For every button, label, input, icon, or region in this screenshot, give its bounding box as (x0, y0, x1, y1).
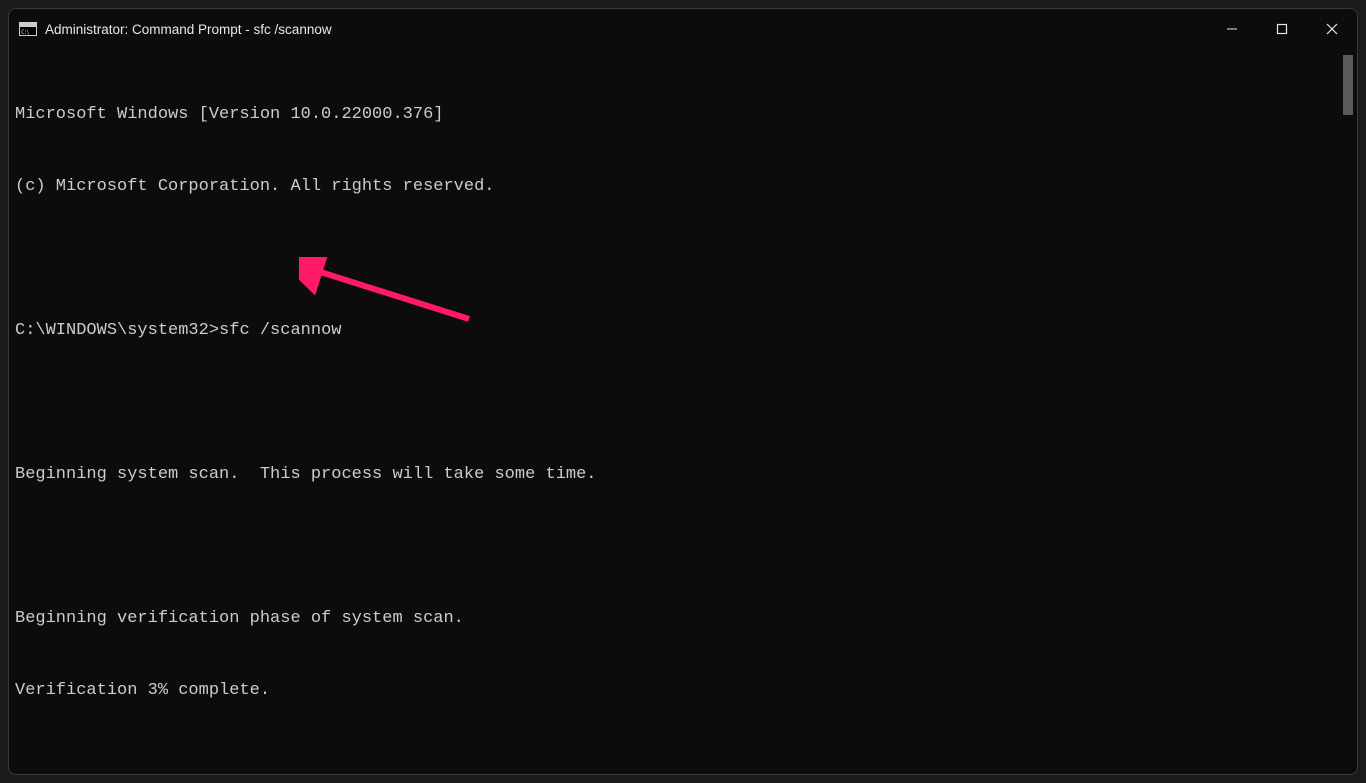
close-button[interactable] (1307, 9, 1357, 49)
minimize-button[interactable] (1207, 9, 1257, 49)
terminal-line: Verification 3% complete. (15, 679, 1351, 703)
titlebar-left: C:\ Administrator: Command Prompt - sfc … (19, 22, 332, 37)
terminal-output-area[interactable]: Microsoft Windows [Version 10.0.22000.37… (9, 49, 1357, 774)
terminal-prompt: C:\WINDOWS\system32> (15, 321, 219, 340)
terminal-line: Microsoft Windows [Version 10.0.22000.37… (15, 103, 1351, 127)
terminal-line: Beginning verification phase of system s… (15, 607, 1351, 631)
blank-line (15, 391, 1351, 415)
blank-line (15, 247, 1351, 271)
command-prompt-window: C:\ Administrator: Command Prompt - sfc … (8, 8, 1358, 775)
terminal-line: (c) Microsoft Corporation. All rights re… (15, 175, 1351, 199)
vertical-scrollbar[interactable] (1343, 55, 1353, 115)
terminal-line: Beginning system scan. This process will… (15, 463, 1351, 487)
maximize-button[interactable] (1257, 9, 1307, 49)
window-title: Administrator: Command Prompt - sfc /sca… (45, 22, 332, 37)
blank-line (15, 535, 1351, 559)
terminal-command: sfc /scannow (219, 321, 341, 340)
terminal-prompt-line: C:\WINDOWS\system32>sfc /scannow (15, 319, 1351, 343)
window-titlebar[interactable]: C:\ Administrator: Command Prompt - sfc … (9, 9, 1357, 49)
window-controls (1207, 9, 1357, 49)
cmd-icon: C:\ (19, 22, 37, 36)
